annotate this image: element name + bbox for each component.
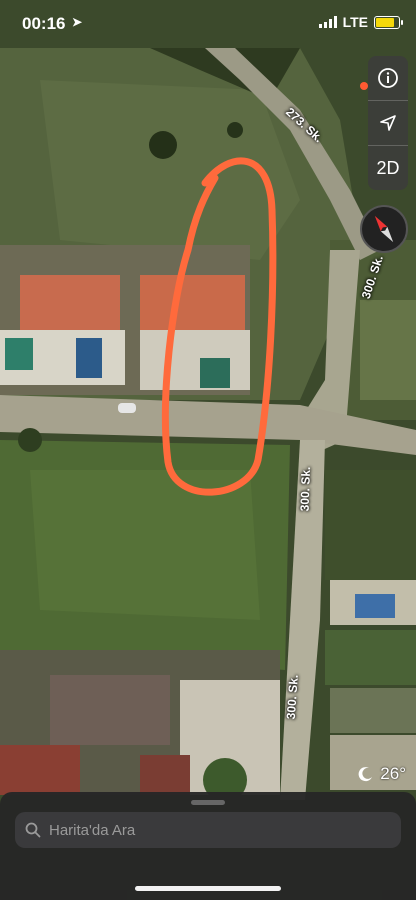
search-icon (25, 822, 41, 838)
map-imagery (0, 0, 416, 900)
compass-button[interactable] (360, 205, 408, 253)
home-indicator (135, 886, 281, 891)
status-indicators: LTE (318, 14, 403, 30)
view-mode-button[interactable]: 2D (368, 146, 408, 190)
location-arrow-icon: ➤ (72, 15, 83, 29)
info-icon (378, 68, 398, 88)
street-label: 300. Sk. (297, 466, 314, 512)
network-type: LTE (342, 14, 368, 30)
location-dot (360, 82, 368, 90)
status-bar: 00:16 ➤ LTE (0, 0, 416, 48)
weather-widget: 26° (358, 764, 406, 784)
map-controls: 2D (368, 56, 408, 190)
search-placeholder: Harita'da Ara (49, 821, 136, 839)
temperature: 26° (380, 764, 406, 783)
info-button[interactable] (368, 56, 408, 101)
view-mode-label: 2D (376, 157, 400, 178)
sheet-grabber[interactable] (191, 800, 225, 805)
search-field[interactable]: Harita'da Ara (15, 812, 401, 848)
navigation-arrow-icon (380, 115, 396, 131)
compass-icon (374, 215, 394, 243)
satellite-map[interactable] (0, 0, 416, 900)
status-time: 00:16 (22, 14, 66, 33)
tracking-button[interactable] (368, 101, 408, 146)
signal-icon (318, 16, 337, 28)
moon-icon (358, 767, 373, 782)
bottom-sheet: Harita'da Ara (0, 792, 416, 900)
battery-icon (374, 15, 403, 29)
